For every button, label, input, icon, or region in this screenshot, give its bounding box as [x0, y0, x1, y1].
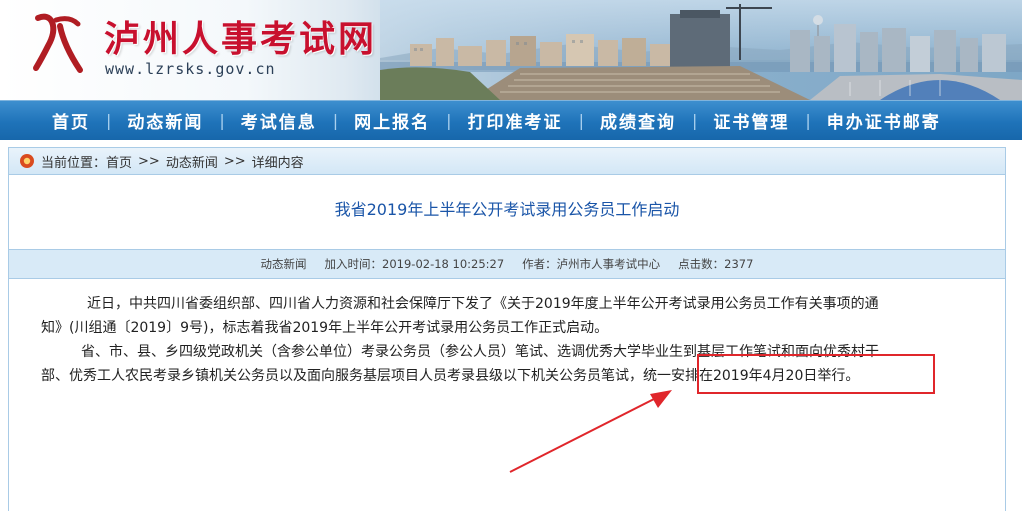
- header-banner: 泸州人事考试网 www.lzrsks.gov.cn: [0, 0, 1022, 100]
- article-added-time: 加入时间：2019-02-18 10:25:27: [324, 257, 505, 271]
- nav-separator: |: [578, 111, 584, 130]
- main-nav: 首页 | 动态新闻 | 考试信息 | 网上报名 | 打印准考证 | 成绩查询 |…: [0, 100, 1022, 140]
- nav-separator: |: [446, 111, 452, 130]
- article-author: 作者：泸州市人事考试中心: [522, 257, 661, 271]
- nav-item-online-registration[interactable]: 网上报名: [354, 108, 430, 133]
- breadcrumb: 当前位置： 首页 >> 动态新闻 >> 详细内容: [9, 148, 1005, 175]
- article-title: 我省2019年上半年公开考试录用公务员工作启动: [334, 200, 680, 219]
- nav-item-news[interactable]: 动态新闻: [127, 108, 203, 133]
- breadcrumb-home-link[interactable]: 首页: [106, 152, 132, 171]
- nav-item-score-query[interactable]: 成绩查询: [600, 108, 676, 133]
- breadcrumb-current: 详细内容: [251, 155, 304, 171]
- article-paragraph: 近日，中共四川省委组织部、四川省人力资源和社会保障厅下发了《关于2019年度上半…: [87, 296, 879, 312]
- article-click-count: 点击数：2377: [678, 257, 754, 271]
- site-title[interactable]: 泸州人事考试网: [104, 10, 377, 62]
- nav-item-home[interactable]: 首页: [52, 108, 90, 133]
- nav-separator: |: [332, 111, 339, 130]
- nav-item-certificate-mailing[interactable]: 申办证书邮寄: [827, 108, 941, 133]
- article-paragraph: 知》(川组通〔2019〕9号)，标志着我省2019年上半年公开考试录用公务员工作…: [41, 320, 609, 336]
- article-meta: 动态新闻 加入时间：2019-02-18 10:25:27 作者：泸州市人事考试…: [9, 249, 1005, 279]
- nav-separator: |: [106, 111, 112, 130]
- breadcrumb-separator: >>: [223, 153, 246, 169]
- location-pin-icon: [20, 154, 34, 168]
- banner-cityscape-image: [380, 4, 1022, 100]
- highlight-box: [697, 354, 935, 394]
- breadcrumb-prefix: 当前位置：: [41, 155, 107, 171]
- content-panel: 当前位置： 首页 >> 动态新闻 >> 详细内容 我省2019年上半年公开考试录…: [8, 147, 1006, 511]
- nav-separator: |: [219, 111, 225, 130]
- lz-logo-icon[interactable]: [30, 12, 86, 76]
- article-category: 动态新闻: [260, 257, 307, 271]
- nav-item-exam-info[interactable]: 考试信息: [241, 108, 317, 133]
- site-url: www.lzrsks.gov.cn: [105, 60, 276, 78]
- breadcrumb-separator: >>: [138, 153, 160, 169]
- nav-item-certificate-management[interactable]: 证书管理: [713, 108, 789, 133]
- breadcrumb-news-link[interactable]: 动态新闻: [166, 152, 218, 171]
- nav-separator: |: [691, 111, 698, 130]
- nav-item-print-admission-ticket[interactable]: 打印准考证: [468, 108, 563, 133]
- nav-separator: |: [805, 111, 811, 130]
